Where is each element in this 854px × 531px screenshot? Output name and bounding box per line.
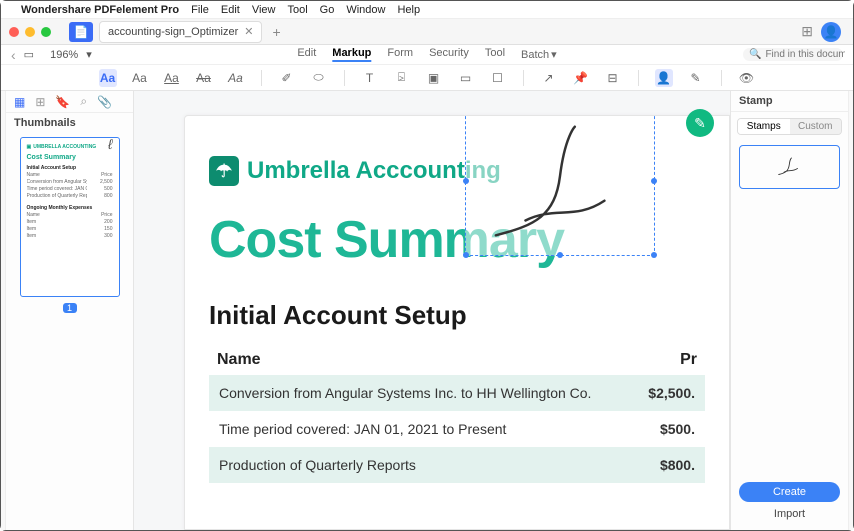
user-avatar[interactable]: 👤 [821, 22, 841, 42]
document-tab[interactable]: accounting-sign_Optimizer ✕ [99, 21, 262, 43]
mac-menu-bar: Wondershare PDFelement Pro File Edit Vie… [1, 1, 853, 19]
pdf-page[interactable]: ☂ Umbrella Acccounting Cost Summary Init… [184, 115, 730, 530]
thumbnail-page-1[interactable]: ▣UMBRELLA ACCOUNTING ℓ Cost Summary Init… [20, 137, 120, 297]
traffic-lights [9, 27, 51, 37]
stamp-preview-signature[interactable] [739, 145, 840, 189]
column-header-name: Name [217, 351, 617, 369]
app-logo-icon: 📄 [69, 22, 93, 42]
ribbon-batch[interactable]: Batch▾ [521, 47, 557, 62]
menu-edit[interactable]: Edit [221, 4, 240, 16]
comment-tool-icon[interactable]: ☐ [489, 69, 507, 87]
tab-close-icon[interactable]: ✕ [244, 25, 253, 38]
ribbon-edit[interactable]: Edit [297, 47, 316, 62]
stamps-panel-title: Stamp [731, 91, 848, 112]
measure-tool-icon[interactable]: ⊟ [604, 69, 622, 87]
menu-app-name[interactable]: Wondershare PDFelement Pro [21, 4, 179, 16]
thumb-view-icon[interactable]: ▦ [14, 95, 25, 109]
column-header-price: Pr [617, 351, 697, 369]
tab-custom[interactable]: Custom [790, 119, 842, 134]
bookmark-icon[interactable]: 🔖 [55, 95, 70, 109]
tab-title: accounting-sign_Optimizer [108, 26, 238, 38]
shape-rect-tool-icon[interactable]: ▭ [457, 69, 475, 87]
floating-edit-button[interactable]: ✎ [686, 109, 714, 137]
menu-view[interactable]: View [252, 4, 276, 16]
right-edge-strip [848, 91, 853, 530]
highlighter-tool-icon[interactable]: ✐ [278, 69, 296, 87]
text-style-tool-icon[interactable]: Aa [131, 69, 149, 87]
menu-file[interactable]: File [191, 4, 209, 16]
text-highlight-tool-icon[interactable]: Aa [99, 69, 117, 87]
thumbnails-panel: ▦ ⊞ 🔖 ⌕ 📎 Thumbnails ▣UMBRELLA ACCOUNTIN… [6, 91, 134, 530]
textbox-tool-icon[interactable]: T [361, 69, 379, 87]
attachment-icon[interactable]: 📎 [97, 95, 112, 109]
pin-tool-icon[interactable]: 📌 [572, 69, 590, 87]
signature-tool-icon[interactable]: ✎ [687, 69, 705, 87]
tab-stamps[interactable]: Stamps [738, 119, 790, 134]
back-icon[interactable]: ‹ [11, 47, 16, 63]
menu-go[interactable]: Go [320, 4, 335, 16]
zoom-level[interactable]: 196% [50, 49, 78, 61]
text-squiggly-tool-icon[interactable]: Aa [227, 69, 245, 87]
ribbon-bar: ‹ ▭ 196% ▾ Edit Markup Form Security Too… [1, 45, 853, 65]
new-tab-button[interactable]: + [272, 24, 280, 40]
search-panel-icon[interactable]: ⌕ [80, 94, 87, 109]
zoom-dropdown-icon[interactable]: ▾ [86, 48, 92, 61]
apps-grid-icon[interactable]: ⊞ [801, 23, 813, 40]
ribbon-security[interactable]: Security [429, 47, 469, 62]
create-stamp-button[interactable]: Create [739, 482, 840, 502]
window-bar: 📄 accounting-sign_Optimizer ✕ + ⊞ 👤 [1, 19, 853, 45]
document-viewport[interactable]: ✎ ☂ Umbrella Acccounting Cost Summary In… [134, 91, 730, 530]
hide-tool-icon[interactable]: 👁 [738, 69, 756, 87]
table-row: Conversion from Angular Systems Inc. to … [209, 375, 705, 411]
ribbon-tool[interactable]: Tool [485, 47, 505, 62]
stamps-segmented-control: Stamps Custom [737, 118, 842, 135]
chevron-down-icon: ▾ [551, 48, 557, 61]
arrow-tool-icon[interactable]: ↗ [540, 69, 558, 87]
thumb-grid-icon[interactable]: ⊞ [35, 95, 45, 109]
note-tool-icon[interactable]: ▣ [425, 69, 443, 87]
markup-toolbar: Aa Aa Aa Aa Aa ✐ ⬭ T ⍄ ▣ ▭ ☐ ↗ 📌 ⊟ 👤 ✎ 👁 [1, 65, 853, 91]
stamp-tool-icon[interactable]: 👤 [655, 69, 673, 87]
callout-tool-icon[interactable]: ⍄ [393, 69, 411, 87]
text-strike-tool-icon[interactable]: Aa [195, 69, 213, 87]
maximize-window-button[interactable] [41, 27, 51, 37]
stamps-panel: Stamp Stamps Custom Create Import [730, 91, 848, 530]
section-title: Initial Account Setup [209, 300, 705, 331]
menu-tool[interactable]: Tool [287, 4, 307, 16]
stamp-selection-box[interactable] [465, 115, 655, 256]
menu-help[interactable]: Help [397, 4, 420, 16]
brand-logo-icon: ☂ [209, 156, 239, 186]
menu-window[interactable]: Window [346, 4, 385, 16]
thumbnails-label: Thumbnails [6, 113, 133, 133]
search-icon: 🔍 [749, 49, 761, 60]
ribbon-markup[interactable]: Markup [332, 47, 371, 62]
search-box[interactable]: 🔍 [743, 48, 843, 61]
close-window-button[interactable] [9, 27, 19, 37]
ribbon-form[interactable]: Form [387, 47, 413, 62]
table-row: Time period covered: JAN 01, 2021 to Pre… [209, 411, 705, 447]
minimize-window-button[interactable] [25, 27, 35, 37]
thumbnail-page-number: 1 [63, 303, 77, 313]
search-input[interactable] [765, 49, 845, 60]
thumbnails-toggle-icon[interactable]: ▭ [24, 48, 34, 61]
eraser-tool-icon[interactable]: ⬭ [310, 69, 328, 87]
import-stamp-button[interactable]: Import [739, 508, 840, 520]
table-row: Production of Quarterly Reports $800. [209, 447, 705, 483]
text-underline-tool-icon[interactable]: Aa [163, 69, 181, 87]
